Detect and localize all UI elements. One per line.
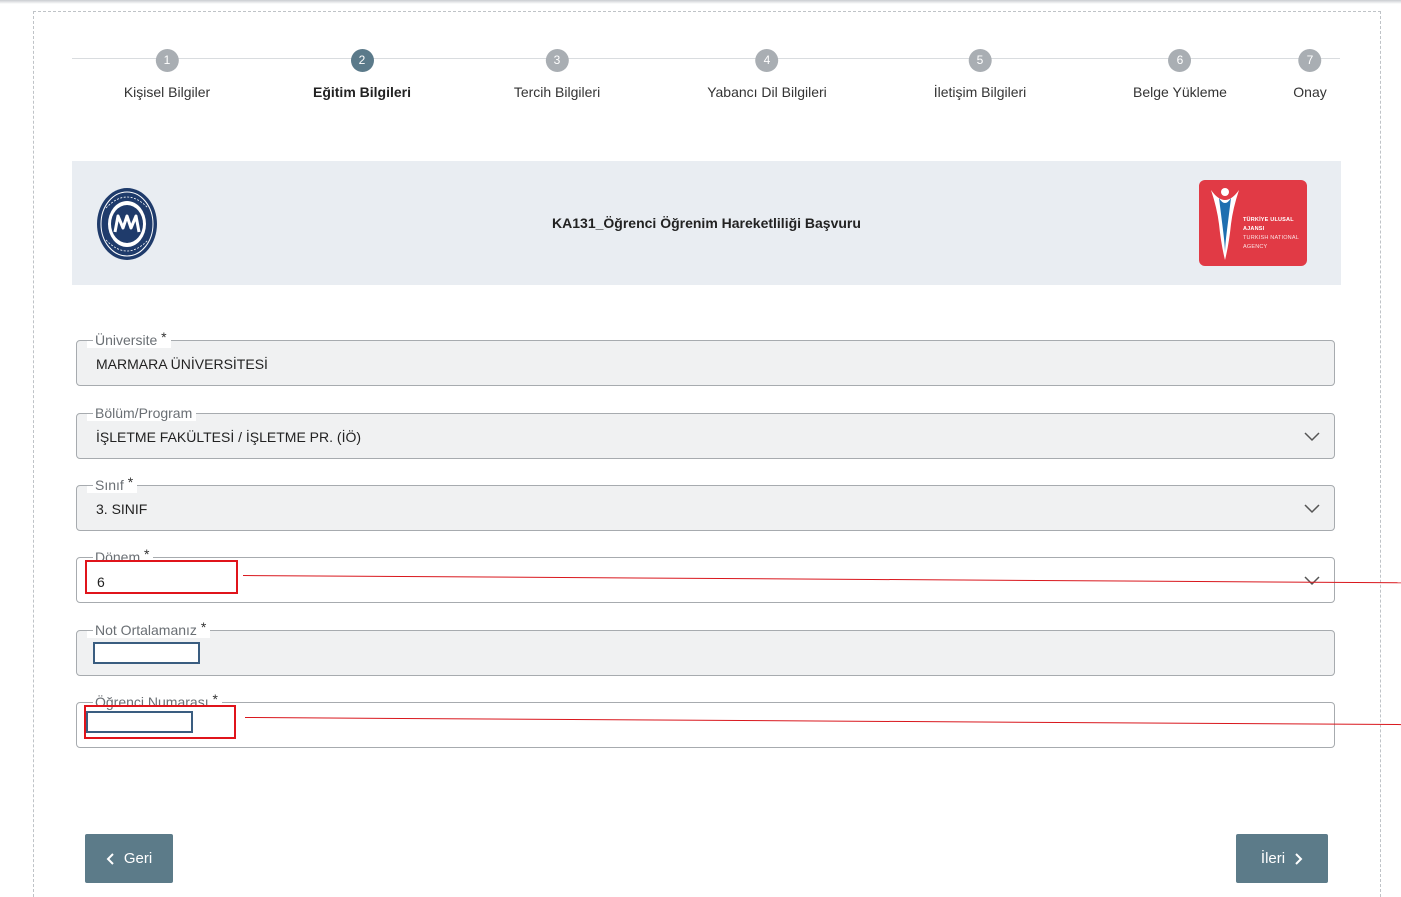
universite-field[interactable]: Üniversite * MARMARA ÜNİVERSİTESİ: [76, 329, 1335, 386]
step-label: Kişisel Bilgiler: [123, 84, 211, 100]
not-ortalamasi-field[interactable]: Not Ortalamanız *: [76, 619, 1335, 676]
annotation-highlight-donem: [85, 560, 238, 594]
not-ortalamasi-label: Not Ortalamanız *: [87, 619, 211, 638]
step-1[interactable]: 1 Kişisel Bilgiler: [124, 49, 210, 100]
step-7[interactable]: 7 Onay: [1293, 49, 1327, 100]
step-label: İletişim Bilgileri: [933, 84, 1027, 100]
turkish-national-agency-logo: TÜRKİYE ULUSAL AJANSI TURKISH NATIONAL A…: [1199, 180, 1307, 266]
step-3[interactable]: 3 Tercih Bilgileri: [514, 49, 600, 100]
step-label: Belge Yükleme: [1133, 84, 1227, 100]
chevron-down-icon[interactable]: [1304, 500, 1320, 516]
step-5[interactable]: 5 İletişim Bilgileri: [933, 49, 1027, 100]
step-number: 5: [968, 49, 992, 72]
application-banner: KA131_Öğrenci Öğrenim Hareketliliği Başv…: [72, 161, 1341, 285]
top-shadow: [0, 0, 1401, 4]
back-button-label: Geri: [123, 850, 153, 867]
step-number: 7: [1298, 49, 1322, 72]
universite-label: Üniversite *: [87, 329, 171, 348]
annotation-highlight-ogrenci-no: [84, 705, 236, 739]
not-ortalamasi-input[interactable]: [93, 642, 200, 664]
required-mark: *: [127, 474, 134, 490]
chevron-left-icon: [106, 852, 114, 865]
banner-title: KA131_Öğrenci Öğrenim Hareketliliği Başv…: [552, 215, 861, 231]
sinif-value: 3. SINIF: [96, 501, 148, 517]
step-number: 1: [155, 49, 179, 72]
step-number: 3: [545, 49, 569, 72]
chevron-down-icon[interactable]: [1304, 572, 1320, 588]
chevron-down-icon[interactable]: [1304, 428, 1320, 444]
step-label: Onay: [1293, 84, 1327, 100]
step-2[interactable]: 2 Eğitim Bilgileri: [313, 49, 411, 100]
bolum-program-value: İŞLETME FAKÜLTESİ / İŞLETME PR. (İÖ): [96, 429, 362, 445]
step-label: Tercih Bilgileri: [513, 84, 601, 100]
step-number: 4: [755, 49, 779, 72]
step-6[interactable]: 6 Belge Yükleme: [1133, 49, 1227, 100]
step-label: Yabancı Dil Bilgileri: [707, 84, 827, 100]
next-button-label: İleri: [1260, 850, 1286, 867]
required-mark: *: [200, 619, 207, 635]
step-number: 2: [350, 49, 374, 72]
bolum-program-select[interactable]: Bölüm/Program İŞLETME FAKÜLTESİ / İŞLETM…: [76, 405, 1335, 459]
ogrenci-numarasi-field[interactable]: Öğrenci Numarası *: [76, 691, 1335, 748]
next-button[interactable]: İleri: [1236, 834, 1328, 883]
agency-name: TÜRKİYE ULUSAL AJANSI: [1243, 217, 1294, 232]
agency-name-en: TURKISH NATIONAL AGENCY: [1243, 235, 1299, 250]
step-4[interactable]: 4 Yabancı Dil Bilgileri: [707, 49, 827, 100]
sinif-label: Sınıf *: [87, 474, 138, 493]
agency-figure-icon: [1211, 188, 1239, 260]
universite-value: MARMARA ÜNİVERSİTESİ: [96, 356, 268, 372]
back-button[interactable]: Geri: [85, 834, 173, 883]
sinif-select[interactable]: Sınıf * 3. SINIF: [76, 474, 1335, 531]
chevron-right-icon: [1295, 852, 1303, 865]
required-mark: *: [161, 329, 167, 345]
step-number: 6: [1168, 49, 1192, 72]
bolum-program-label: Bölüm/Program: [87, 405, 197, 421]
step-label: Eğitim Bilgileri: [312, 84, 412, 100]
